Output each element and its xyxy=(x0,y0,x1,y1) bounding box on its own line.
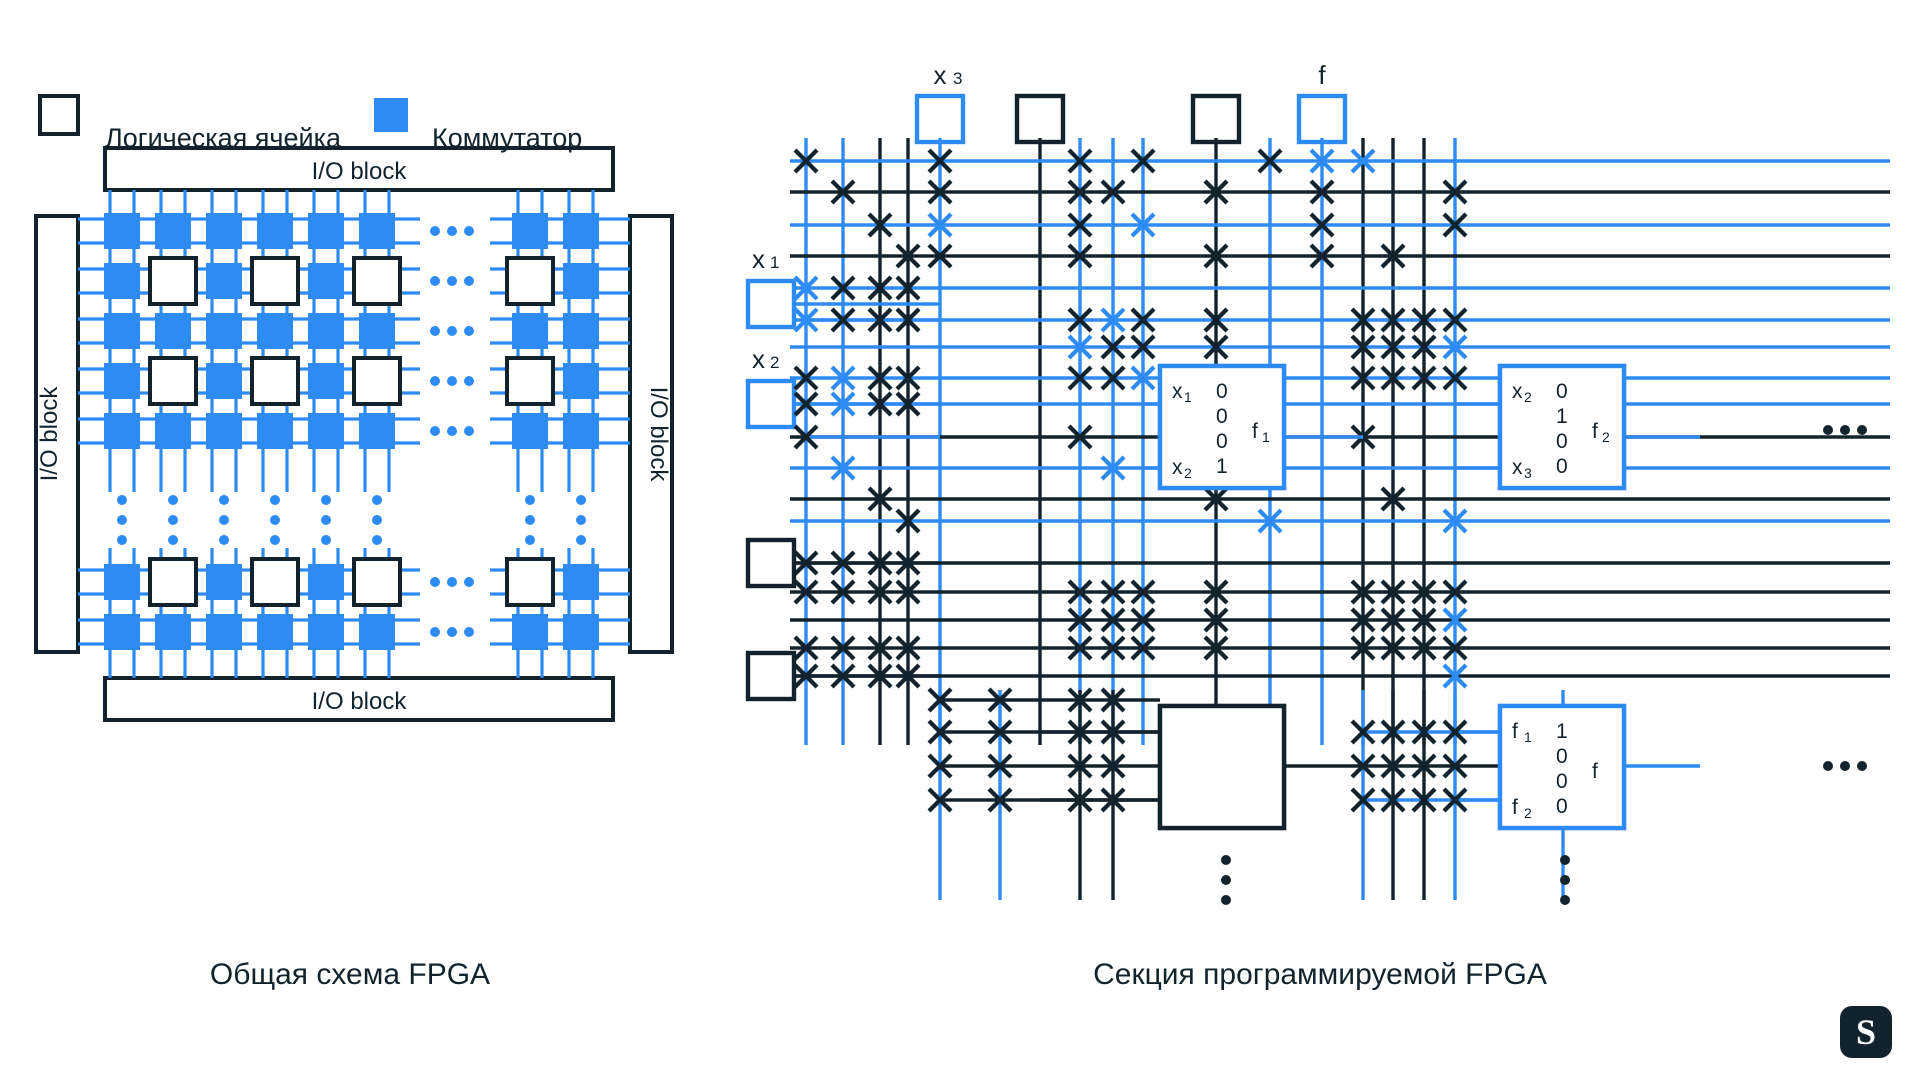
diagram-canvas: I/O block I/O block I/O block I/O block x3f… xyxy=(0,0,1920,1080)
lut-input-top-sublabel: 1 xyxy=(1524,729,1532,745)
io-pad-top[interactable] xyxy=(1014,93,1066,145)
io-pad-top-sublabel: 3 xyxy=(953,69,962,88)
io-pad-left[interactable] xyxy=(745,537,797,589)
lut-truth-bit: 0 xyxy=(1216,405,1228,428)
io-pad-left-sublabel: 1 xyxy=(770,253,779,272)
io-pad-top-label: f xyxy=(1318,60,1326,90)
ellipsis-dot xyxy=(1840,425,1850,435)
lut-input-bottom-sublabel: 3 xyxy=(1524,465,1532,481)
fpga-section-diagram: x3fx1x2x1x20001f1x2x30100f2f1f21000fx1x2… xyxy=(745,60,1890,905)
lut-input-bottom-sublabel: 2 xyxy=(1524,805,1532,821)
lut-output-label: f xyxy=(1592,760,1598,783)
io-pad-left-label: x xyxy=(752,344,765,374)
lut-truth-bit: 0 xyxy=(1556,455,1568,478)
lut-input-top-label: f xyxy=(1512,720,1518,743)
lut-output-sublabel: 1 xyxy=(1262,429,1270,445)
left-diagram-caption: Общая схема FPGA xyxy=(209,958,491,991)
ellipsis-dot xyxy=(1560,895,1570,905)
io-pad-left-label: x xyxy=(752,244,765,274)
brand-logo: S xyxy=(1840,1006,1892,1058)
lut-truth-bit: 0 xyxy=(1556,430,1568,453)
ellipsis-dot xyxy=(1221,855,1231,865)
ellipsis-dot xyxy=(1823,425,1833,435)
legend-switch-label: Коммутатор xyxy=(432,123,583,153)
lut-input-top-label: x xyxy=(1172,380,1183,403)
brand-logo-letter: S xyxy=(1855,1012,1877,1052)
ellipsis-dot xyxy=(1221,875,1231,885)
ellipsis-dot xyxy=(1857,761,1867,771)
io-pad-top[interactable] xyxy=(1296,93,1348,145)
io-pad-top[interactable] xyxy=(914,93,966,145)
lut-input-bottom-label: f xyxy=(1512,796,1518,819)
lut-truth-bit: 0 xyxy=(1556,380,1568,403)
io-pad-left[interactable] xyxy=(745,650,797,702)
lut-truth-bit: 1 xyxy=(1556,720,1568,743)
ellipsis-dot xyxy=(1560,855,1570,865)
lut-input-top-sublabel: 1 xyxy=(1184,389,1192,405)
ellipsis-dot xyxy=(1823,761,1833,771)
lut-truth-bit: 0 xyxy=(1216,380,1228,403)
lut-truth-bit: 1 xyxy=(1216,455,1228,478)
lut-input-bottom-label: x xyxy=(1172,456,1183,479)
column-ellipsis xyxy=(1560,855,1570,905)
ellipsis-dot xyxy=(1560,875,1570,885)
lut-truth-bit: 1 xyxy=(1556,405,1568,428)
lut-input-top-sublabel: 2 xyxy=(1524,389,1532,405)
io-pad-left[interactable] xyxy=(745,378,797,430)
lut-box-overlay[interactable] xyxy=(1157,703,1287,831)
ellipsis-dot xyxy=(1221,895,1231,905)
ellipsis-dot xyxy=(1840,761,1850,771)
io-pad-left[interactable] xyxy=(745,278,797,330)
lut-input-bottom-label: x xyxy=(1512,456,1523,479)
lut-truth-bit: 0 xyxy=(1556,770,1568,793)
lut-truth-bit: 0 xyxy=(1556,795,1568,818)
lut-input-top-label: x xyxy=(1512,380,1523,403)
ellipsis-dot xyxy=(1857,425,1867,435)
lut-output-label: f xyxy=(1592,420,1598,443)
row-ellipsis xyxy=(1823,425,1867,435)
right-diagram-caption: Секция программируемой FPGA xyxy=(1093,958,1547,991)
column-ellipsis xyxy=(1221,855,1231,905)
lut-output-label: f xyxy=(1252,420,1258,443)
lut-output-sublabel: 2 xyxy=(1602,429,1610,445)
lut-truth-bit: 0 xyxy=(1216,430,1228,453)
io-pad-top[interactable] xyxy=(1190,93,1242,145)
io-pad-left-sublabel: 2 xyxy=(770,353,779,372)
legend-logic-cell-label: Логическая ячейка xyxy=(105,123,341,153)
lut-input-bottom-sublabel: 2 xyxy=(1184,465,1192,481)
lut-truth-bit: 0 xyxy=(1556,745,1568,768)
io-pad-top-label: x xyxy=(934,60,947,90)
row-ellipsis xyxy=(1823,761,1867,771)
